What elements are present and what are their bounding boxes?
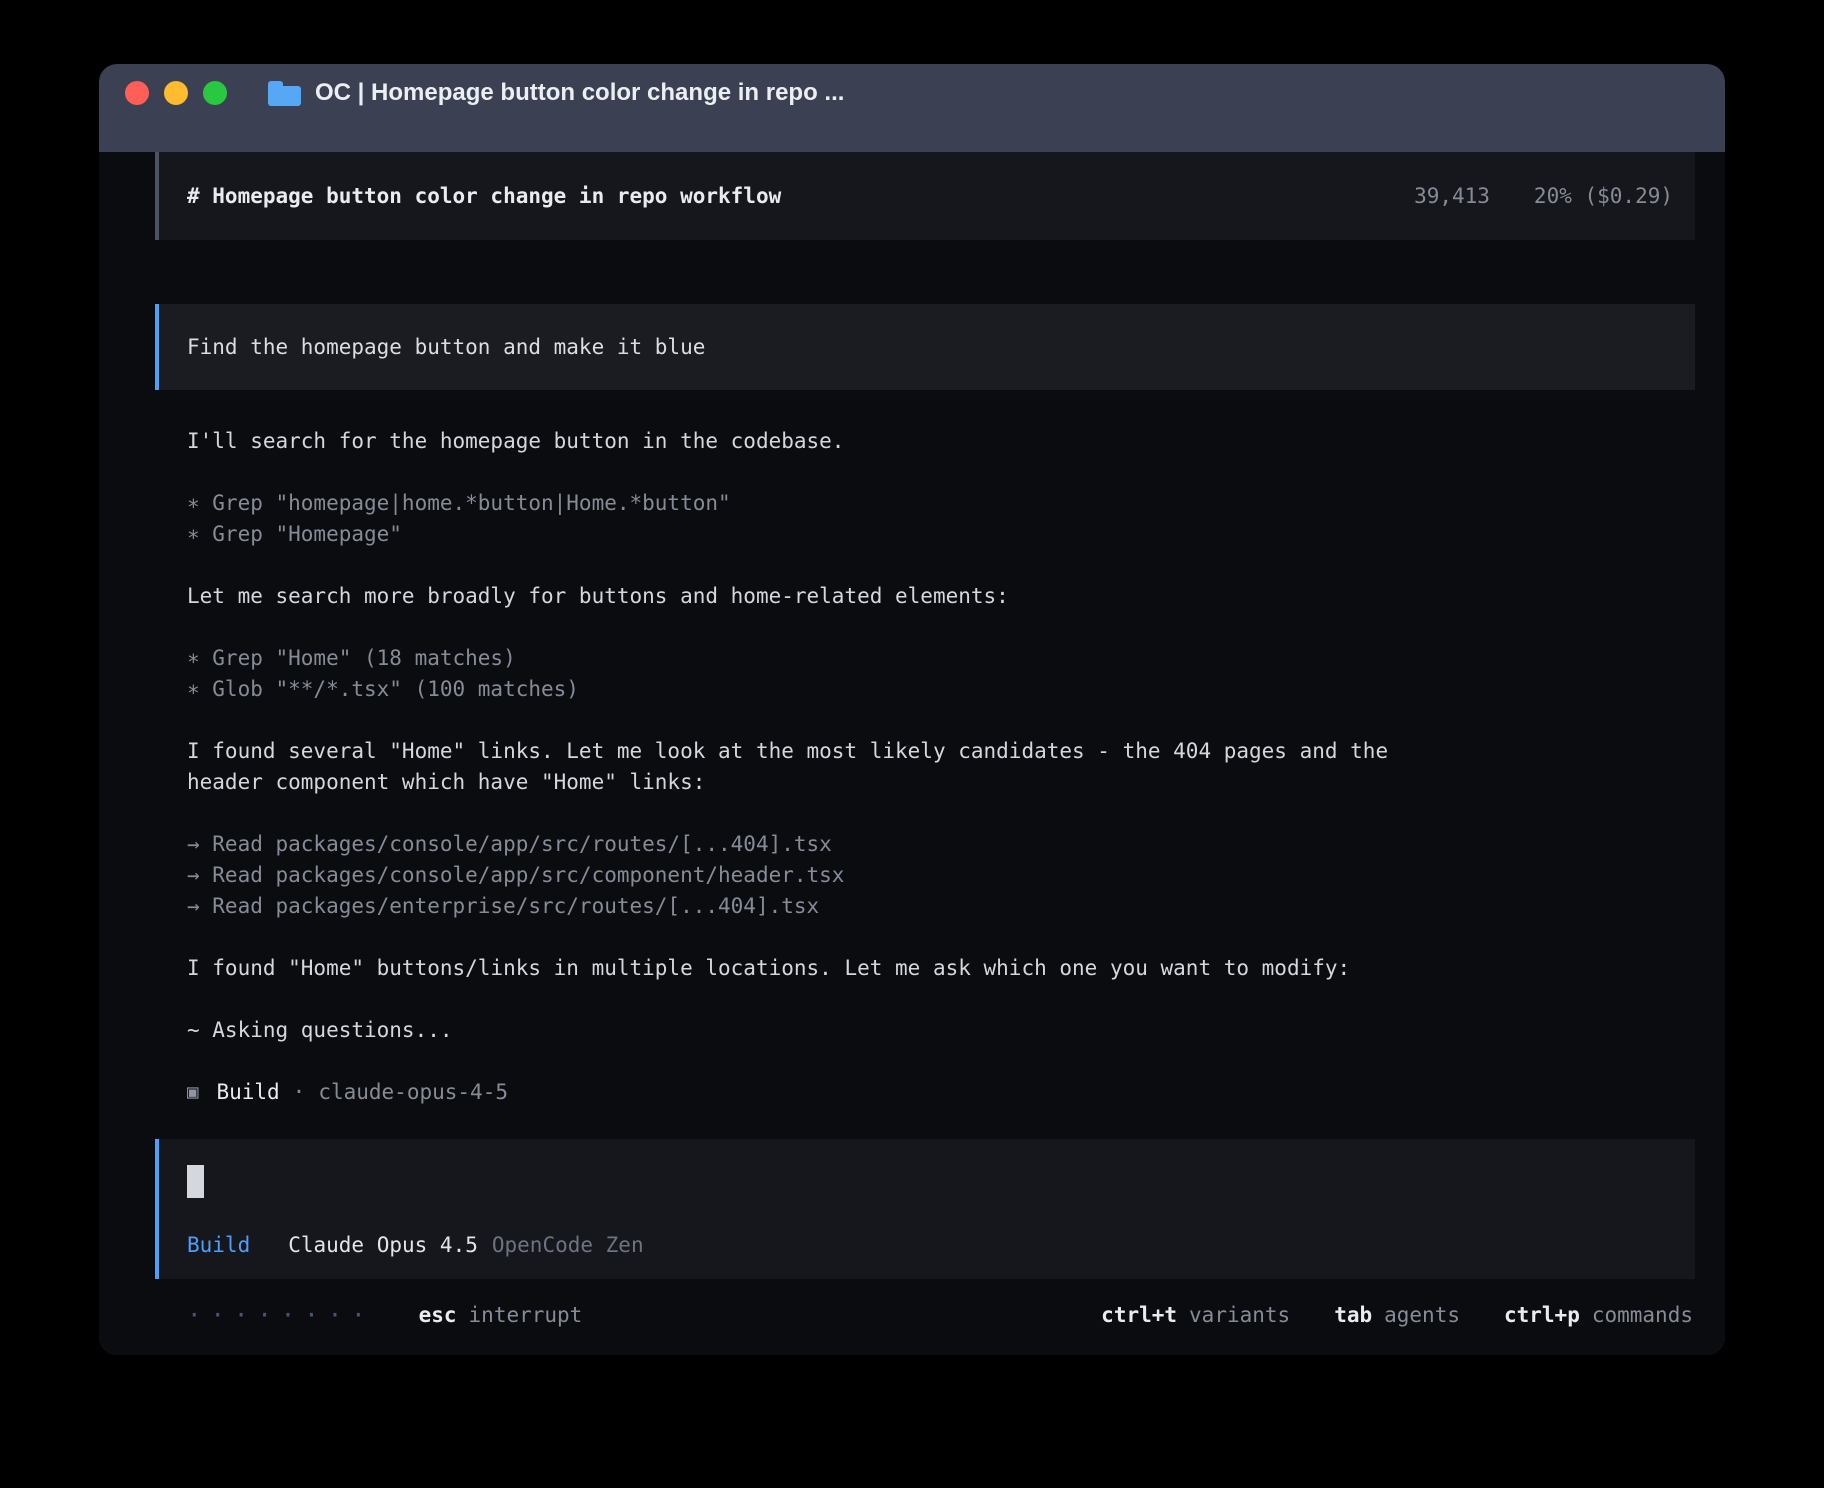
prompt-input[interactable]: Build Claude Opus 4.5 OpenCode Zen [155,1139,1695,1279]
context-usage: 20% ($0.29) [1534,184,1673,208]
commands-label: commands [1592,1303,1693,1327]
titlebar[interactable]: OC | Homepage button color change in rep… [99,64,1725,122]
tool-call-glob: ∗ Glob "**/*.tsx" (100 matches) [187,674,1695,705]
assistant-text: I found several "Home" links. Let me loo… [187,736,1457,798]
zoom-button[interactable] [203,81,227,105]
input-mode-label: Build [187,1233,250,1257]
agent-icon: ▣ [187,1077,198,1108]
tool-call-group: → Read packages/console/app/src/routes/[… [187,829,1695,922]
user-message: Find the homepage button and make it blu… [155,304,1695,390]
session-title: # Homepage button color change in repo w… [187,184,781,208]
spinner-dots-icon: ········ [187,1301,375,1329]
variants-key: ctrl+t [1101,1303,1177,1327]
conversation: I'll search for the homepage button in t… [155,426,1695,1108]
commands-key: ctrl+p [1504,1303,1580,1327]
minimize-button[interactable] [164,81,188,105]
tool-call-grep: ∗ Grep "Home" (18 matches) [187,643,1695,674]
status-bar: ········ esc interrupt ctrl+t variants t… [155,1301,1695,1329]
close-button[interactable] [125,81,149,105]
terminal-window: OC | Homepage button color change in rep… [99,64,1725,1355]
tool-call-read: → Read packages/console/app/src/routes/[… [187,829,1695,860]
esc-label: interrupt [469,1303,583,1327]
agent-model: claude-opus-4-5 [318,1077,508,1108]
shortcut-variants[interactable]: ctrl+t variants [1101,1303,1290,1327]
window-title: OC | Homepage button color change in rep… [315,79,844,107]
text-cursor [187,1165,204,1198]
esc-key: esc [419,1303,457,1327]
input-provider-label: OpenCode Zen [492,1233,644,1257]
tool-call-group: ∗ Grep "Home" (18 matches) ∗ Glob "**/*.… [187,643,1695,705]
status-bar-right: ctrl+t variants tab agents ctrl+p comman… [1101,1303,1693,1327]
separator-dot: · [293,1077,306,1108]
input-model-label: Claude Opus 4.5 [288,1233,478,1257]
agent-name: Build [216,1077,279,1108]
shortcut-commands[interactable]: ctrl+p commands [1504,1303,1693,1327]
agent-status-line: ▣ Build · claude-opus-4-5 [187,1077,1695,1108]
tool-call-read: → Read packages/console/app/src/componen… [187,860,1695,891]
session-stats: 39,413 20% ($0.29) [1414,184,1673,208]
session-header: # Homepage button color change in repo w… [155,152,1695,240]
assistant-text: I found "Home" buttons/links in multiple… [187,953,1457,984]
tool-call-grep: ∗ Grep "homepage|home.*button|Home.*butt… [187,488,1695,519]
shortcut-agents[interactable]: tab agents [1334,1303,1460,1327]
user-message-text: Find the homepage button and make it blu… [187,335,705,359]
tool-call-grep: ∗ Grep "Homepage" [187,519,1695,550]
variants-label: variants [1189,1303,1290,1327]
folder-icon [268,81,301,106]
terminal-content: # Homepage button color change in repo w… [99,152,1725,1355]
tool-call-group: ∗ Grep "homepage|home.*button|Home.*butt… [187,488,1695,550]
agents-key: tab [1334,1303,1372,1327]
agents-label: agents [1384,1303,1460,1327]
assistant-text: Let me search more broadly for buttons a… [187,581,1695,612]
input-meta: Build Claude Opus 4.5 OpenCode Zen [187,1233,1667,1257]
assistant-text: I'll search for the homepage button in t… [187,426,1695,457]
status-text: ~ Asking questions... [187,1015,1695,1046]
tool-call-read: → Read packages/enterprise/src/routes/[.… [187,891,1695,922]
shortcut-interrupt[interactable]: esc interrupt [419,1303,583,1327]
token-count: 39,413 [1414,184,1490,208]
